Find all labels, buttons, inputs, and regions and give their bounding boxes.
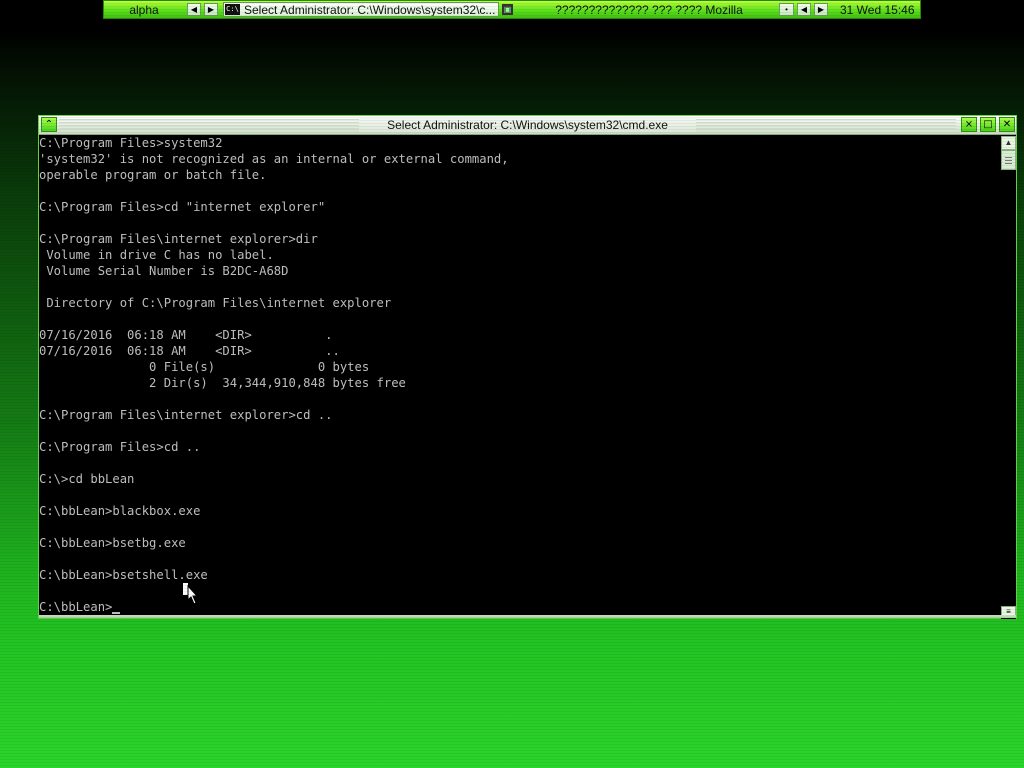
task-next-button[interactable]: ▶ <box>814 3 828 16</box>
task-prev-button[interactable]: ◀ <box>797 3 811 16</box>
maximize-icon: □ <box>983 119 993 130</box>
console-line: 07/16/2016 06:18 AM <DIR> . <box>39 328 333 342</box>
console-line: 2 Dir(s) 34,344,910,848 bytes free <box>39 376 406 390</box>
chevron-right-icon: ▶ <box>817 5 825 14</box>
workspace-label[interactable]: alpha <box>104 3 184 17</box>
console-prompt: C:\bbLean> <box>39 600 113 614</box>
taskbar: alpha ◀ ▶ C:\ Select Administrator: C:\W… <box>103 0 921 19</box>
chevron-right-icon: ▶ <box>207 5 215 14</box>
window-titlebar[interactable]: ⌃ Select Administrator: C:\Windows\syste… <box>39 116 1016 135</box>
minimize-icon: ⨯ <box>964 119 974 130</box>
console-line: C:\Program Files>cd .. <box>39 440 201 454</box>
console-line: 0 File(s) 0 bytes <box>39 360 370 374</box>
console-line: C:\Program Files>cd "internet explorer" <box>39 200 326 214</box>
console-line: Volume Serial Number is B2DC-A68D <box>39 264 289 278</box>
chevron-left-icon: ◀ <box>190 5 198 14</box>
app-icon[interactable]: ▣ <box>502 4 513 15</box>
chevron-left-icon: ◀ <box>800 5 808 14</box>
close-button[interactable]: ✕ <box>999 117 1015 132</box>
console-line: C:\bbLean>blackbox.exe <box>39 504 201 518</box>
tray-button[interactable]: • <box>779 3 794 16</box>
clock[interactable]: 31 Wed 15:46 <box>840 3 915 17</box>
vertical-scrollbar[interactable]: ▲ ≡ <box>1001 135 1016 619</box>
cmd-icon: C:\ <box>225 4 240 15</box>
mouse-pointer-icon <box>183 583 199 605</box>
dot-icon: • <box>785 5 788 14</box>
console-line: 07/16/2016 06:18 AM <DIR> .. <box>39 344 340 358</box>
console-line: C:\Program Files>system32 <box>39 136 223 150</box>
window-menu-button[interactable]: ⌃ <box>41 117 57 132</box>
chevron-up-icon: ⌃ <box>44 119 54 130</box>
console-line: C:\Program Files\internet explorer>cd .. <box>39 408 333 422</box>
scroll-thumb[interactable] <box>1001 150 1016 170</box>
scroll-up-button[interactable]: ▲ <box>1001 136 1016 150</box>
taskbar-task-cmd-label: Select Administrator: C:\Windows\system3… <box>244 2 496 17</box>
window-bottom-border[interactable] <box>39 615 1016 618</box>
taskbar-task-cmd[interactable]: C:\ Select Administrator: C:\Windows\sys… <box>223 2 499 17</box>
taskbar-task-mozilla[interactable]: ?????????????? ??? ???? Mozilla <box>519 3 779 17</box>
console-line: Volume in drive C has no label. <box>39 248 274 262</box>
workspace-prev-button[interactable]: ◀ <box>187 3 201 16</box>
text-cursor <box>112 612 121 614</box>
close-icon: ✕ <box>1002 119 1012 130</box>
maximize-button[interactable]: □ <box>980 117 996 132</box>
console-line: C:\bbLean>bsetshell.exe <box>39 568 208 582</box>
console-line: C:\Program Files\internet explorer>dir <box>39 232 318 246</box>
console-line: 'system32' is not recognized as an inter… <box>39 152 509 166</box>
minimize-button[interactable]: ⨯ <box>961 117 977 132</box>
console-line: operable program or batch file. <box>39 168 267 182</box>
titlebar-grip <box>59 119 956 130</box>
console-line: Directory of C:\Program Files\internet e… <box>39 296 392 310</box>
console-line: C:\>cd bbLean <box>39 472 135 486</box>
workspace-next-button[interactable]: ▶ <box>204 3 218 16</box>
arrow-up-icon: ▲ <box>1004 138 1013 147</box>
cmd-window: ⌃ Select Administrator: C:\Windows\syste… <box>38 115 1017 619</box>
console-output[interactable]: C:\Program Files>system32 'system32' is n… <box>39 135 999 617</box>
console-line: C:\bbLean>bsetbg.exe <box>39 536 186 550</box>
